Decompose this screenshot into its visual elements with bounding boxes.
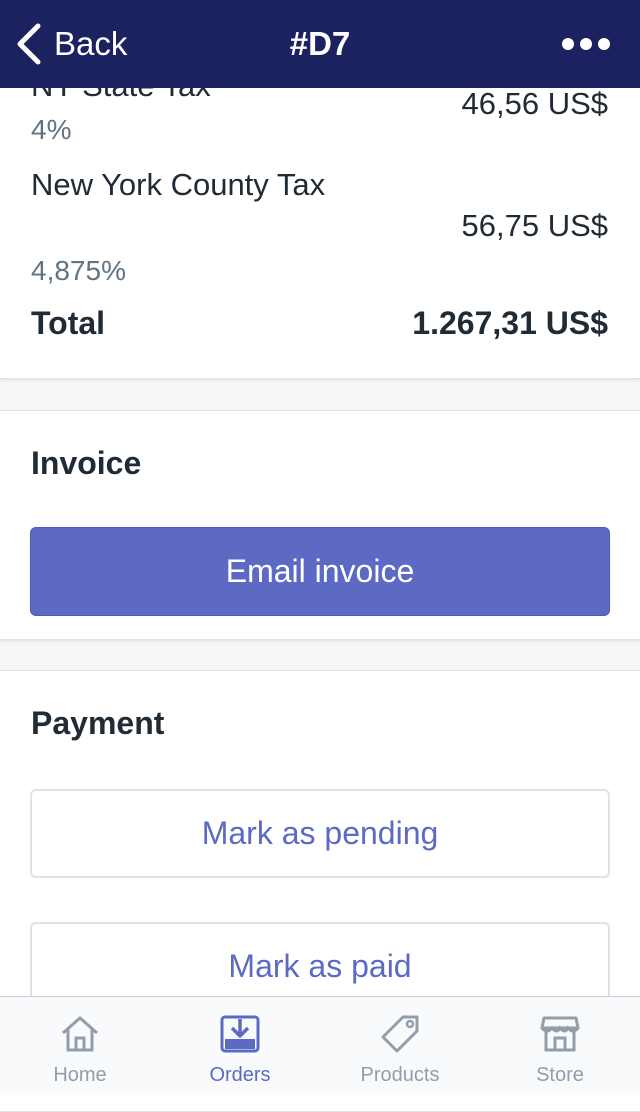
email-invoice-button[interactable]: Email invoice	[30, 527, 610, 616]
tax-rate-ny-state: 4%	[31, 114, 72, 145]
tab-products[interactable]: Products	[320, 997, 480, 1095]
tab-orders-label: Orders	[209, 1064, 271, 1086]
tax-amount-ny-county: 56,75 US$	[461, 208, 609, 243]
tab-home-label: Home	[53, 1064, 107, 1086]
tax-rate-ny-county: 4,875%	[31, 255, 126, 286]
mark-as-pending-button[interactable]: Mark as pending	[30, 789, 610, 878]
navigation-bar: Back #D7	[0, 0, 640, 88]
tag-icon	[381, 1015, 419, 1053]
store-icon	[540, 1016, 580, 1052]
more-options-button[interactable]	[562, 0, 640, 88]
home-icon	[62, 1016, 98, 1052]
more-dot-icon	[598, 38, 610, 50]
tab-products-label: Products	[360, 1064, 440, 1086]
tab-bar: Home Orders Products Store	[0, 996, 640, 1095]
total-amount: 1.267,31 US$	[412, 305, 608, 341]
tab-home[interactable]: Home	[0, 997, 160, 1095]
tax-name-ny-county: New York County Tax	[31, 167, 326, 202]
tab-store[interactable]: Store	[480, 997, 640, 1095]
invoice-title: Invoice	[31, 445, 142, 481]
back-button[interactable]: Back	[0, 0, 127, 88]
tab-store-label: Store	[536, 1064, 584, 1086]
back-label: Back	[54, 25, 128, 62]
tax-amount-ny-state: 46,56 US$	[461, 86, 609, 121]
tab-orders[interactable]: Orders	[160, 997, 320, 1095]
orders-icon	[220, 1015, 260, 1053]
invoice-card: Invoice Email invoice	[0, 410, 640, 640]
more-dot-icon	[580, 38, 592, 50]
more-dot-icon	[562, 38, 574, 50]
total-label: Total	[31, 305, 106, 341]
chevron-left-icon	[17, 23, 41, 65]
payment-title: Payment	[31, 705, 165, 741]
